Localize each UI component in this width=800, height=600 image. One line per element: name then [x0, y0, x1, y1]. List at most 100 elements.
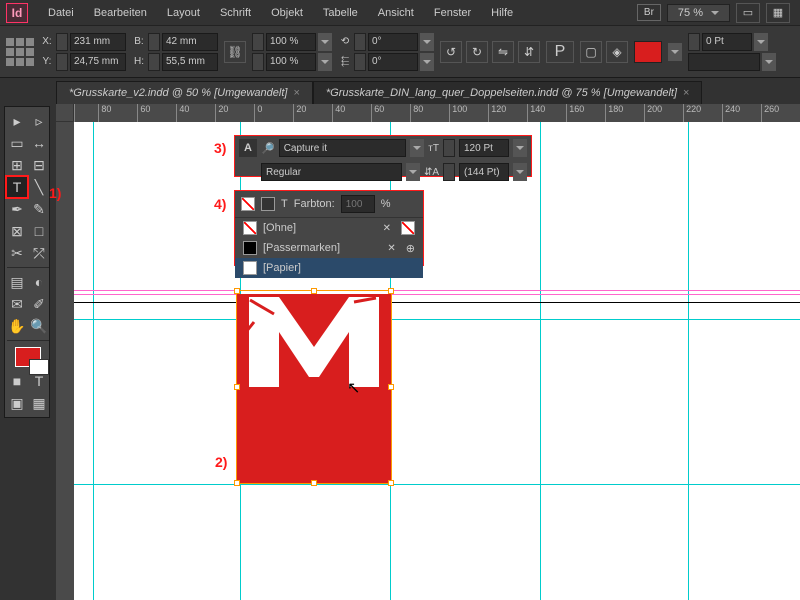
font-style-field[interactable]: Regular [261, 163, 402, 181]
guide[interactable] [93, 122, 94, 600]
page-tool-icon[interactable]: ▭ [7, 133, 27, 153]
content-placer-icon[interactable]: ⊟ [29, 155, 49, 175]
view-mode-icon[interactable]: ▣ [7, 393, 27, 413]
swatch-row-none[interactable]: [Ohne] ✕ [235, 218, 423, 238]
menu-hilfe[interactable]: Hilfe [481, 3, 523, 23]
zoom-tool-icon[interactable]: 🔍 [29, 316, 49, 336]
font-family-field[interactable]: Capture it [279, 139, 407, 157]
horizontal-ruler[interactable]: 8060402002040608010012014016018020022024… [74, 104, 800, 122]
leading-stepper[interactable] [443, 163, 455, 181]
line-tool-icon[interactable]: ╲ [29, 177, 49, 197]
tint-field[interactable]: 100 [341, 195, 375, 213]
gradient-feather-tool-icon[interactable]: ◐ [29, 272, 49, 292]
x-stepper[interactable] [56, 33, 68, 51]
swatches-panel[interactable]: T Farbton: 100 % [Ohne] ✕ [Passermarken]… [234, 190, 424, 266]
arrange-icon[interactable]: ▦ [766, 3, 790, 23]
leading-dd[interactable] [513, 163, 527, 181]
menu-schrift[interactable]: Schrift [210, 3, 261, 23]
guide[interactable] [74, 484, 800, 485]
font-size-field[interactable]: 120 Pt [459, 139, 509, 157]
stroke-color-icon[interactable] [29, 359, 49, 375]
menu-layout[interactable]: Layout [157, 3, 210, 23]
zoom-combo[interactable]: 75 % [667, 4, 730, 22]
content-collector-icon[interactable]: ⊞ [7, 155, 27, 175]
h-field[interactable]: 55,5 mm [162, 53, 218, 71]
scale-x-field[interactable]: 100 % [266, 33, 316, 51]
gap-tool-icon[interactable]: ↔ [29, 133, 49, 153]
rectangle-tool-icon[interactable]: □ [29, 221, 49, 241]
menu-datei[interactable]: Datei [38, 3, 84, 23]
stroke-dd[interactable] [754, 33, 768, 51]
doc-tab-2[interactable]: *Grusskarte_DIN_lang_quer_Doppelseiten.i… [313, 81, 703, 104]
selection-tool-icon[interactable]: ▸ [7, 111, 27, 131]
size-stepper[interactable] [443, 139, 455, 157]
rot-stepper[interactable] [354, 33, 366, 51]
w-field[interactable]: 42 mm [162, 33, 218, 51]
stroke-proxy-icon[interactable] [261, 197, 275, 211]
preview-mode-icon[interactable]: ▦ [29, 393, 49, 413]
menu-tabelle[interactable]: Tabelle [313, 3, 368, 23]
direct-selection-tool-icon[interactable]: ▹ [29, 111, 49, 131]
leading-field[interactable]: (144 Pt) [459, 163, 509, 181]
rot-dd[interactable] [420, 33, 434, 51]
resize-handle[interactable] [388, 288, 394, 294]
resize-handle[interactable] [234, 288, 240, 294]
guide[interactable] [688, 122, 689, 600]
rotate-field[interactable]: 0° [368, 33, 418, 51]
stroke-stepper[interactable] [688, 33, 700, 51]
h-stepper[interactable] [148, 53, 160, 71]
shear-stepper[interactable] [354, 53, 366, 71]
resize-handle[interactable] [388, 480, 394, 486]
resize-handle[interactable] [311, 480, 317, 486]
bridge-button[interactable]: Br [637, 4, 661, 21]
y-stepper[interactable] [56, 53, 68, 71]
swatch-row-registration[interactable]: [Passermarken] ✕ ⊕ [235, 238, 423, 258]
transform-tool-icon[interactable]: ⤱ [29, 243, 49, 263]
document-canvas[interactable] [74, 122, 800, 600]
menu-fenster[interactable]: Fenster [424, 3, 481, 23]
scale-y-field[interactable]: 100 % [266, 53, 316, 71]
select-container-icon[interactable]: ▢ [580, 41, 602, 63]
size-dd[interactable] [513, 139, 527, 157]
y-field[interactable]: 24,75 mm [70, 53, 126, 71]
ruler-origin[interactable] [56, 104, 74, 122]
sy-dd[interactable] [318, 53, 332, 71]
flip-h-icon[interactable]: ⇋ [492, 41, 514, 63]
scissors-tool-icon[interactable]: ✂ [7, 243, 27, 263]
screen-mode-icon[interactable]: ▭ [736, 3, 760, 23]
tab-close-icon[interactable]: × [293, 87, 299, 99]
resize-handle[interactable] [311, 288, 317, 294]
guide[interactable] [540, 122, 541, 600]
apply-color-icon[interactable]: ■ [7, 371, 27, 391]
menu-objekt[interactable]: Objekt [261, 3, 313, 23]
strokestyle-dd[interactable] [762, 53, 776, 71]
sx-stepper[interactable] [252, 33, 264, 51]
w-stepper[interactable] [148, 33, 160, 51]
note-tool-icon[interactable]: ✉ [7, 294, 27, 314]
tab-close-icon[interactable]: × [683, 87, 689, 99]
sy-stepper[interactable] [252, 53, 264, 71]
eyedropper-tool-icon[interactable]: ✐ [29, 294, 49, 314]
shear-field[interactable]: 0° [368, 53, 418, 71]
character-panel[interactable]: A 🔎 Capture it тT 120 Pt Regular ⇵A (144… [234, 135, 532, 177]
swatch-row-paper[interactable]: [Papier] [235, 258, 423, 278]
resize-handle[interactable] [388, 384, 394, 390]
fill-proxy-icon[interactable] [241, 197, 255, 211]
hand-tool-icon[interactable]: ✋ [7, 316, 27, 336]
link-icon[interactable]: ⛓ [224, 41, 246, 63]
rectangle-frame-tool-icon[interactable]: ⊠ [7, 221, 27, 241]
flip-v-icon[interactable]: ⇵ [518, 41, 540, 63]
sx-dd[interactable] [318, 33, 332, 51]
pen-tool-icon[interactable]: ✒ [7, 199, 27, 219]
resize-handle[interactable] [234, 480, 240, 486]
rotate-cw-icon[interactable]: ↻ [466, 41, 488, 63]
menu-bearbeiten[interactable]: Bearbeiten [84, 3, 157, 23]
guide[interactable] [74, 319, 800, 320]
doc-tab-1[interactable]: *Grusskarte_v2.indd @ 50 % [Umgewandelt]… [56, 81, 313, 104]
paragraph-icon[interactable]: P [546, 41, 574, 63]
shear-dd[interactable] [420, 53, 434, 71]
resize-handle[interactable] [234, 384, 240, 390]
stroke-field[interactable]: 0 Pt [702, 33, 752, 51]
fill-dd[interactable] [668, 43, 682, 61]
select-content-icon[interactable]: ◈ [606, 41, 628, 63]
